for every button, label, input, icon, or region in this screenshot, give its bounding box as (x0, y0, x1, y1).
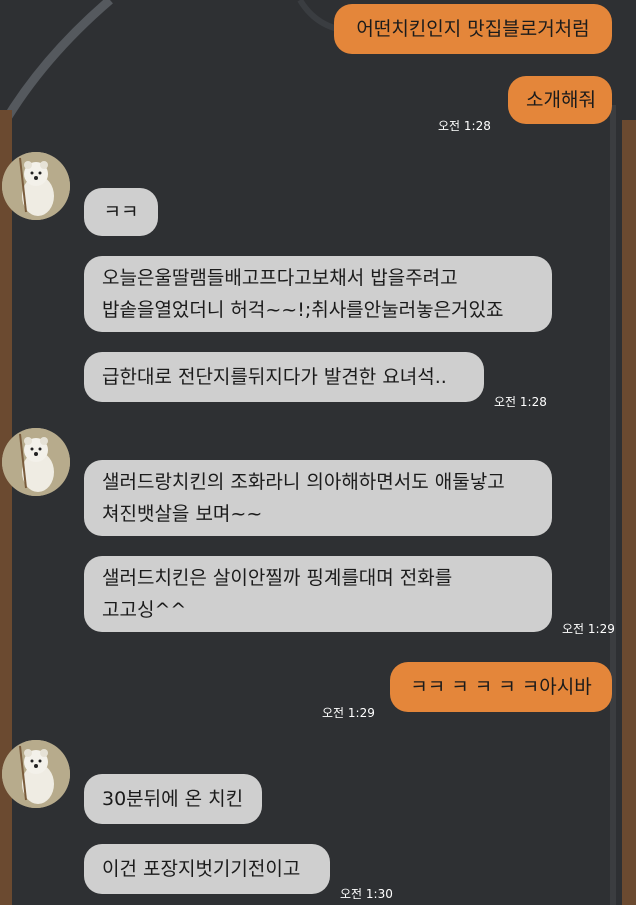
my-message-bubble[interactable]: 소개해줘 (508, 76, 612, 124)
their-message-bubble[interactable]: 오늘은울딸램들배고프다고보채서 밥을주려고 밥솥을열었더니 허걱~~!;취사를안… (84, 256, 552, 332)
message-line: 쳐진뱃살을 보며~~ (102, 503, 263, 525)
message-line: 샐러드치킨은 살이안찔까 핑계를대며 전화를 (102, 567, 453, 589)
message-text: 어떤치킨인지 맛집블로거처럼 (356, 18, 590, 40)
message-time: 오전 1:28 (438, 119, 491, 133)
message-time: 오전 1:29 (322, 706, 375, 720)
message-line: 샐러드랑치킨의 조화라니 의아해하면서도 애둘낳고 (102, 471, 505, 493)
their-message-bubble[interactable]: 급한대로 전단지를뒤지다가 발견한 요녀석.. (84, 352, 484, 402)
polar-bear-avatar-icon (2, 428, 70, 496)
my-message-bubble[interactable]: 어떤치킨인지 맛집블로거처럼 (334, 4, 612, 54)
message-time: 오전 1:30 (340, 887, 393, 901)
their-message-bubble[interactable]: 샐러드랑치킨의 조화라니 의아해하면서도 애둘낳고 쳐진뱃살을 보며~~ (84, 460, 552, 536)
my-message-bubble[interactable]: ㅋㅋ ㅋ ㅋ ㅋ ㅋ아시바 (390, 662, 612, 712)
message-line: 오늘은울딸램들배고프다고보채서 밥을주려고 (102, 267, 458, 289)
their-message-bubble[interactable]: ㅋㅋ (84, 188, 158, 236)
message-line: 밥솥을열었더니 허걱~~!;취사를안눌러놓은거있죠 (102, 299, 504, 321)
sender-avatar[interactable] (2, 428, 70, 496)
their-message-bubble[interactable]: 30분뒤에 온 치킨 (84, 774, 262, 824)
polar-bear-avatar-icon (2, 740, 70, 808)
sender-avatar[interactable] (2, 152, 70, 220)
chat-background-decoration (0, 0, 636, 905)
message-text: 소개해줘 (526, 89, 596, 111)
message-text: 30분뒤에 온 치킨 (102, 788, 244, 810)
message-text: 급한대로 전단지를뒤지다가 발견한 요녀석.. (102, 366, 447, 388)
their-message-bubble[interactable]: 이건 포장지벗기기전이고 (84, 844, 330, 894)
message-text: 이건 포장지벗기기전이고 (102, 858, 301, 880)
message-time: 오전 1:29 (562, 622, 615, 636)
message-line: 고고싱^^ (102, 599, 187, 621)
message-time: 오전 1:28 (494, 395, 547, 409)
message-text: ㅋㅋ (103, 201, 139, 223)
polar-bear-avatar-icon (2, 152, 70, 220)
their-message-bubble[interactable]: 샐러드치킨은 살이안찔까 핑계를대며 전화를 고고싱^^ (84, 556, 552, 632)
message-text: ㅋㅋ ㅋ ㅋ ㅋ ㅋ아시바 (410, 676, 592, 698)
sender-avatar[interactable] (2, 740, 70, 808)
